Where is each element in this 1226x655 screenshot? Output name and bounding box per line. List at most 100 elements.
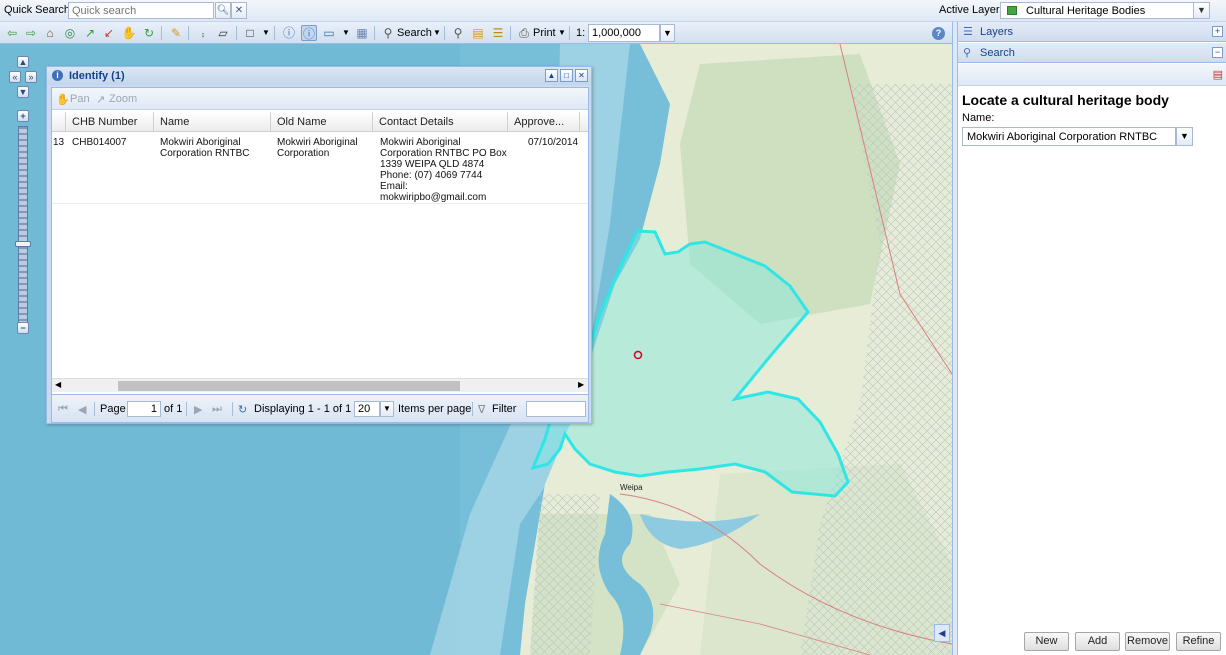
- identify-window: i Identify (1) ▲ □ ✕ ✋ Pan ↗ Zoom CHB Nu…: [46, 66, 592, 424]
- displaying-status: Displaying 1 - 1 of 1: [254, 403, 352, 415]
- layers-stack-icon[interactable]: ☰: [490, 25, 506, 41]
- document-icon[interactable]: ▤: [470, 25, 486, 41]
- toolbar-divider: [569, 26, 570, 40]
- home-icon[interactable]: ⌂: [42, 25, 58, 41]
- toolbar-divider: [374, 26, 375, 40]
- column-header[interactable]: Name: [154, 112, 271, 132]
- next-page-icon[interactable]: ▶: [194, 403, 202, 416]
- page-number-input[interactable]: [127, 401, 161, 417]
- zoom-in-icon[interactable]: +: [17, 110, 29, 122]
- speech-bubble-icon[interactable]: ▭: [321, 25, 337, 41]
- column-header[interactable]: Contact Details: [373, 112, 508, 132]
- pan-up-icon[interactable]: ▲: [17, 56, 29, 68]
- pan-down-icon[interactable]: ▼: [17, 86, 29, 98]
- column-header[interactable]: Approve...: [508, 112, 580, 132]
- toolbar-divider: [236, 26, 237, 40]
- close-window-icon[interactable]: ✕: [575, 69, 588, 82]
- select-box-icon[interactable]: □: [242, 25, 258, 41]
- pager-divider: [472, 402, 473, 416]
- close-icon[interactable]: ✕: [231, 2, 247, 19]
- zoom-slider-track[interactable]: [18, 126, 28, 326]
- refine-button[interactable]: Refine: [1176, 632, 1221, 651]
- chevron-down-icon[interactable]: ▼: [380, 401, 394, 417]
- layers-accordion[interactable]: ☰ Layers +: [958, 22, 1226, 42]
- identify-zoom-button[interactable]: Zoom: [109, 93, 137, 105]
- measure-line-icon[interactable]: ⨾: [195, 25, 211, 41]
- remove-button[interactable]: Remove: [1125, 632, 1170, 651]
- zoom-in-tool-icon[interactable]: ↗: [82, 25, 98, 41]
- column-header[interactable]: Old Name: [271, 112, 373, 132]
- identify-window-header[interactable]: i Identify (1) ▲ □ ✕: [47, 67, 591, 85]
- binoculars-add-icon[interactable]: ⚲: [450, 25, 466, 41]
- funnel-icon[interactable]: ∇: [478, 403, 485, 416]
- collapse-icon[interactable]: −: [1212, 47, 1223, 58]
- identify-all-icon[interactable]: ⓘ: [281, 25, 297, 41]
- search-menu-button[interactable]: Search: [397, 27, 432, 39]
- column-header[interactable]: CHB Number: [66, 112, 154, 132]
- scroll-left-icon[interactable]: ◀: [55, 380, 61, 389]
- chevron-down-icon[interactable]: ▼: [660, 24, 675, 42]
- expand-icon[interactable]: +: [1212, 26, 1223, 37]
- items-per-page-input[interactable]: [354, 401, 380, 417]
- search-icon[interactable]: 🔍︎: [215, 2, 231, 19]
- toolbar-divider: [161, 26, 162, 40]
- chevron-down-icon[interactable]: ▼: [258, 25, 274, 41]
- chevron-down-icon[interactable]: ▼: [1193, 2, 1210, 19]
- collapse-window-icon[interactable]: ▲: [545, 69, 558, 82]
- refresh-icon[interactable]: ↻: [141, 25, 157, 41]
- table-icon[interactable]: ▦: [354, 25, 370, 41]
- chevron-down-icon[interactable]: ▼: [429, 25, 445, 41]
- scroll-right-icon[interactable]: ▶: [578, 380, 584, 389]
- clear-search-icon[interactable]: ▤: [1213, 68, 1223, 81]
- pencil-icon[interactable]: ✎: [168, 25, 184, 41]
- collapse-panel-button[interactable]: ◀: [934, 624, 950, 642]
- old-name-line: Corporation: [277, 148, 330, 159]
- refresh-icon[interactable]: ↻: [238, 403, 247, 416]
- back-arrow-icon[interactable]: ⇦: [4, 25, 20, 41]
- measure-area-icon[interactable]: ▱: [215, 25, 231, 41]
- maximize-window-icon[interactable]: □: [560, 69, 573, 82]
- scale-input[interactable]: [588, 24, 660, 42]
- filter-input[interactable]: [526, 401, 586, 417]
- last-page-icon[interactable]: ⏭: [212, 403, 222, 416]
- new-button[interactable]: New: [1024, 632, 1069, 651]
- active-layer-select[interactable]: Cultural Heritage Bodies: [1000, 2, 1210, 19]
- binoculars-icon[interactable]: ⚲: [380, 25, 396, 41]
- prev-page-icon[interactable]: ◀: [78, 403, 86, 416]
- name-select[interactable]: Mokwiri Aboriginal Corporation RNTBC: [962, 127, 1176, 146]
- chevron-down-icon[interactable]: ▼: [554, 25, 570, 41]
- zoom-out-icon[interactable]: −: [17, 322, 29, 334]
- info-icon: i: [52, 70, 63, 81]
- pan-left-icon[interactable]: «: [9, 71, 21, 83]
- first-page-icon[interactable]: ⏮: [58, 403, 68, 416]
- chevron-down-icon[interactable]: ▼: [1176, 127, 1193, 146]
- name-line: Mokwiri Aboriginal: [160, 137, 241, 148]
- zoom-out-tool-icon[interactable]: ↙: [101, 25, 117, 41]
- add-button[interactable]: Add: [1075, 632, 1120, 651]
- zoom-tool-icon[interactable]: ↗: [96, 93, 105, 106]
- contact-line: 1339 WEIPA QLD 4874: [380, 159, 485, 170]
- full-extent-globe-icon[interactable]: ◎: [62, 25, 78, 41]
- zoom-slider-handle[interactable]: [15, 241, 31, 247]
- chevron-down-icon[interactable]: ▼: [338, 25, 354, 41]
- contact-line: Phone: (07) 4069 7744: [380, 170, 483, 181]
- search-accordion-label: Search: [980, 47, 1015, 59]
- scale-label: 1:: [576, 27, 586, 39]
- identify-icon[interactable]: ⓘ: [301, 25, 317, 41]
- pan-hand-icon[interactable]: ✋: [121, 25, 137, 41]
- paging-toolbar: ⏮ ◀ Page of 1 ▶ ⏭ ↻ Displaying 1 - 1 of …: [52, 394, 588, 422]
- forward-arrow-icon[interactable]: ⇨: [23, 25, 39, 41]
- printer-icon[interactable]: ⎙: [516, 25, 532, 41]
- pan-hand-icon[interactable]: ✋: [56, 93, 70, 106]
- help-icon[interactable]: ?: [932, 27, 945, 40]
- horizontal-scrollbar[interactable]: ◀ ▶: [52, 378, 588, 392]
- contact-line: Mokwiri Aboriginal: [380, 137, 461, 148]
- pan-right-icon[interactable]: »: [25, 71, 37, 83]
- identify-pan-button[interactable]: Pan: [70, 93, 90, 105]
- table-row[interactable]: 13 CHB014007 Mokwiri Aboriginal Corporat…: [52, 132, 588, 204]
- quick-search-input[interactable]: [68, 2, 214, 19]
- scrollbar-thumb[interactable]: [118, 381, 460, 391]
- print-menu-button[interactable]: Print: [533, 27, 556, 39]
- filter-menu-button[interactable]: Filter: [492, 403, 516, 415]
- search-accordion[interactable]: ⚲ Search −: [958, 43, 1226, 63]
